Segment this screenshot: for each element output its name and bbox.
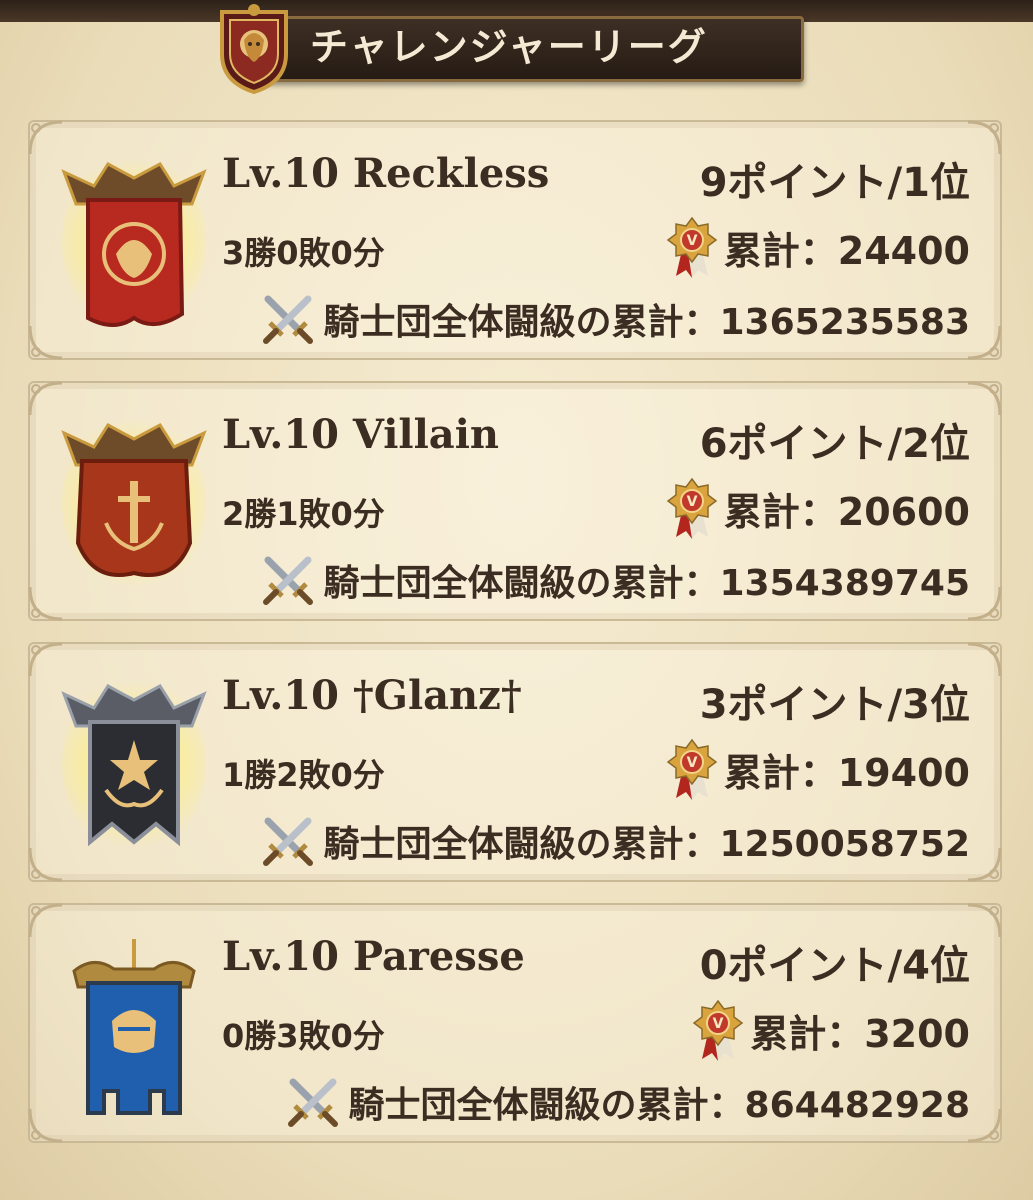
orange-sword-banner-icon — [54, 403, 214, 599]
corner-ornament-icon — [967, 325, 1002, 360]
svg-text:V: V — [713, 1016, 724, 1032]
team-points-rank: 6ポイント/2位 — [699, 421, 970, 467]
v-medal-icon: V — [666, 216, 718, 278]
title-plate: チャレンジャーリーグ — [190, 4, 810, 94]
cumulative-score: V 累計：19400 — [666, 738, 970, 800]
cumulative-score-value: 累計：3200 — [750, 1011, 970, 1056]
cumulative-score: V 累計：20600 — [666, 477, 970, 539]
crossed-swords-icon — [262, 817, 313, 866]
team-record: 0勝3敗0分 — [222, 1017, 385, 1055]
cumulative-score-value: 累計：19400 — [723, 750, 970, 795]
page-title: チャレンジャーリーグ — [310, 25, 708, 69]
corner-ornament-icon — [967, 381, 1002, 416]
team-points-rank: 3ポイント/3位 — [699, 682, 970, 728]
corner-ornament-icon — [967, 586, 1002, 621]
v-medal-icon: V — [666, 477, 718, 539]
corner-ornament-icon — [967, 847, 1002, 882]
team-name: Lv.10 †Glanz† — [222, 672, 522, 719]
guild-total-value: 騎士団全体闘級の累計：1365235583 — [323, 302, 971, 343]
cumulative-score: V 累計：3200 — [692, 999, 970, 1061]
cumulative-score: V 累計：24400 — [666, 216, 970, 278]
v-medal-icon: V — [692, 999, 744, 1061]
team-name: Lv.10 Villain — [222, 411, 499, 458]
team-record: 2勝1敗0分 — [222, 495, 385, 533]
svg-text:V: V — [686, 755, 697, 771]
guild-total-value: 騎士団全体闘級の累計：1250058752 — [323, 824, 971, 865]
corner-ornament-icon — [967, 642, 1002, 677]
team-card-2[interactable]: Lv.10 Villain 6ポイント/2位 2勝1敗0分 V 累計：20600… — [28, 381, 1002, 621]
team-record: 1勝2敗0分 — [222, 756, 385, 794]
team-points-rank: 9ポイント/1位 — [699, 160, 970, 206]
guild-total-value: 騎士団全体闘級の累計：864482928 — [348, 1085, 970, 1126]
guild-total-value: 騎士団全体闘級の累計：1354389745 — [323, 563, 971, 604]
red-lion-banner-icon — [54, 142, 214, 338]
cumulative-score-value: 累計：20600 — [723, 489, 970, 534]
team-card-4[interactable]: Lv.10 Paresse 0ポイント/4位 0勝3敗0分 V 累計：3200 … — [28, 903, 1002, 1143]
crossed-swords-icon — [262, 556, 313, 605]
v-medal-icon: V — [666, 738, 718, 800]
guild-total: 騎士団全体闘級の累計：1365235583 — [260, 294, 971, 344]
black-star-banner-icon — [54, 664, 214, 860]
blue-helmet-banner-icon — [54, 925, 214, 1121]
team-points-rank: 0ポイント/4位 — [699, 943, 970, 989]
team-card-3[interactable]: Lv.10 †Glanz† 3ポイント/3位 1勝2敗0分 V 累計：19400… — [28, 642, 1002, 882]
guild-total: 騎士団全体闘級の累計：864482928 — [285, 1077, 970, 1127]
team-name: Lv.10 Reckless — [222, 150, 550, 197]
team-name: Lv.10 Paresse — [222, 933, 525, 980]
lion-crest-icon — [220, 4, 288, 94]
team-card-1[interactable]: Lv.10 Reckless 9ポイント/1位 3勝0敗0分 V 累計：2440… — [28, 120, 1002, 360]
svg-text:V: V — [686, 494, 697, 510]
cumulative-score-value: 累計：24400 — [723, 228, 970, 273]
corner-ornament-icon — [967, 120, 1002, 155]
guild-total: 騎士団全体闘級の累計：1354389745 — [260, 555, 971, 605]
svg-text:V: V — [686, 233, 697, 249]
corner-ornament-icon — [967, 1108, 1002, 1143]
team-record: 3勝0敗0分 — [222, 234, 385, 272]
guild-total: 騎士団全体闘級の累計：1250058752 — [260, 816, 971, 866]
crossed-swords-icon — [287, 1078, 338, 1127]
corner-ornament-icon — [967, 903, 1002, 938]
crossed-swords-icon — [262, 295, 313, 344]
